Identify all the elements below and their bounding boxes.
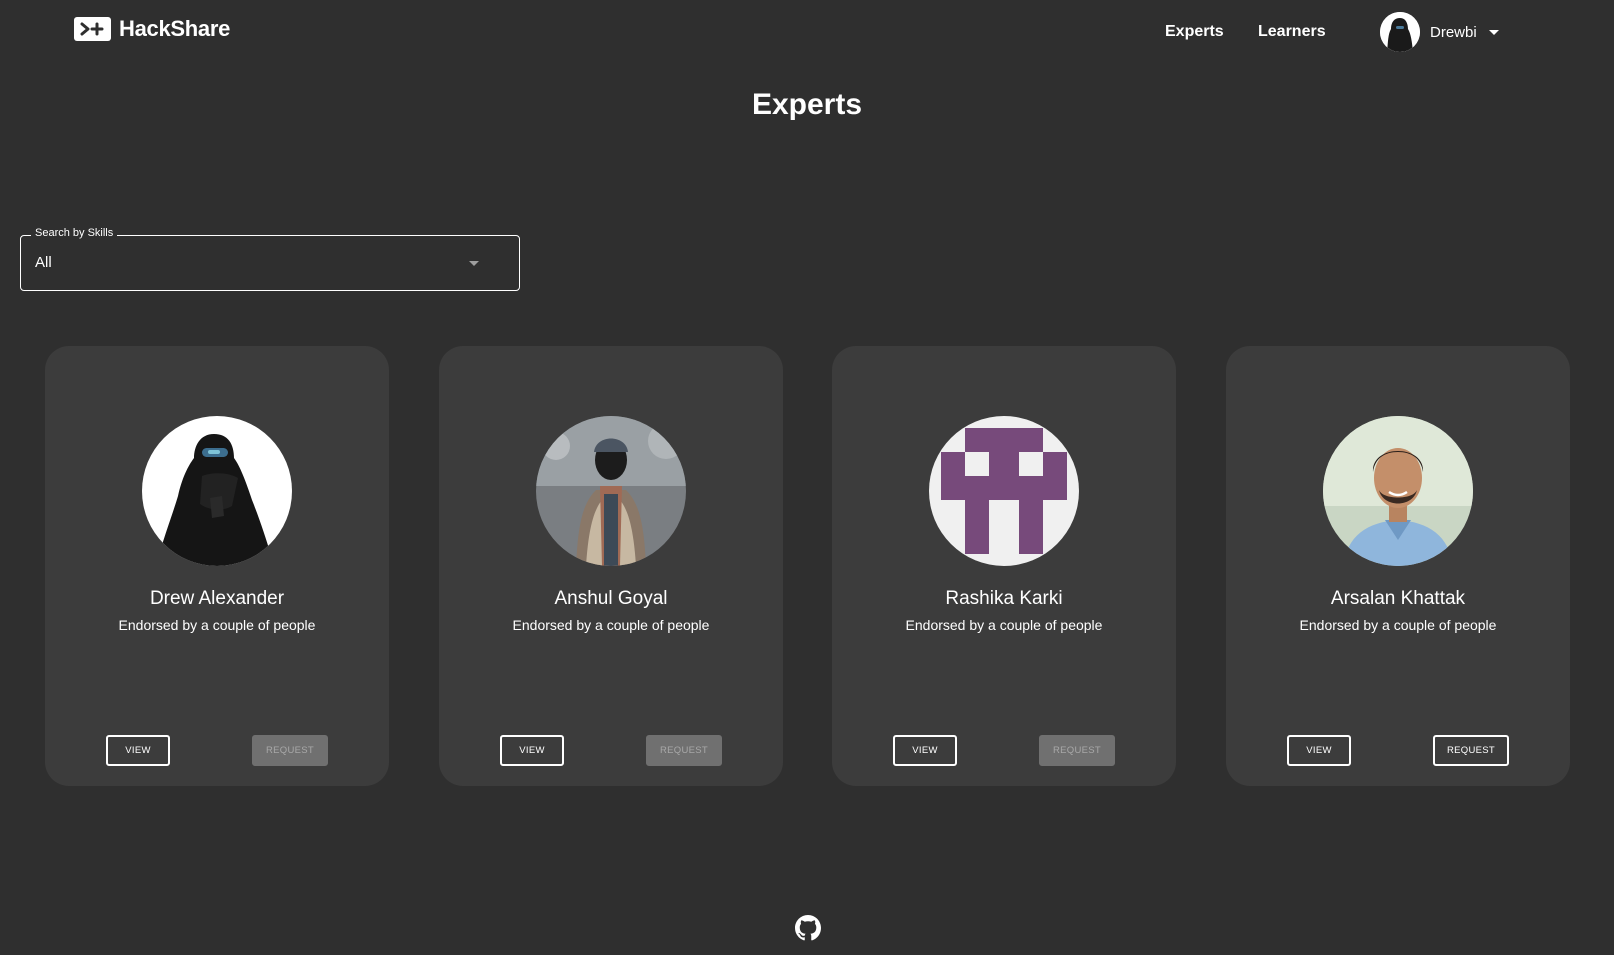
request-button[interactable]: REQUEST xyxy=(252,735,328,766)
expert-card: Arsalan Khattak Endorsed by a couple of … xyxy=(1226,346,1570,786)
expert-avatar xyxy=(536,416,686,566)
expert-name: Drew Alexander xyxy=(149,588,285,609)
user-avatar xyxy=(1380,12,1420,52)
skills-select-label: Search by Skills xyxy=(31,227,118,239)
request-button[interactable]: REQUEST xyxy=(1039,735,1115,766)
view-button[interactable]: VIEW xyxy=(106,735,170,766)
brand-logo-link[interactable]: HackShare xyxy=(74,16,230,42)
skills-select[interactable]: Search by Skills All xyxy=(20,227,520,291)
expert-endorsement: Endorsed by a couple of people xyxy=(905,617,1103,633)
github-icon[interactable] xyxy=(795,915,821,941)
expert-avatar xyxy=(1323,416,1473,566)
request-button[interactable]: REQUEST xyxy=(646,735,722,766)
expert-endorsement: Endorsed by a couple of people xyxy=(118,617,316,633)
nav-link-experts[interactable]: Experts xyxy=(1165,23,1224,41)
request-button[interactable]: REQUEST xyxy=(1433,735,1509,766)
view-button[interactable]: VIEW xyxy=(1287,735,1351,766)
expert-endorsement: Endorsed by a couple of people xyxy=(1299,617,1497,633)
dropdown-arrow-icon xyxy=(469,261,479,266)
page-title: Experts xyxy=(751,88,863,121)
user-menu[interactable]: Drewbi xyxy=(1380,12,1499,52)
expert-card: Drew Alexander Endorsed by a couple of p… xyxy=(45,346,389,786)
terminal-plus-icon xyxy=(74,17,111,41)
expert-name: Rashika Karki xyxy=(945,588,1063,609)
expert-avatar xyxy=(929,416,1079,566)
brand-name: HackShare xyxy=(119,16,231,41)
expert-name: Arsalan Khattak xyxy=(1330,588,1466,609)
nav-link-learners[interactable]: Learners xyxy=(1258,23,1326,41)
expert-endorsement: Endorsed by a couple of people xyxy=(512,617,710,633)
expert-avatar xyxy=(142,416,292,566)
skills-select-value: All xyxy=(35,254,52,271)
user-name: Drewbi xyxy=(1430,23,1477,41)
view-button[interactable]: VIEW xyxy=(893,735,957,766)
expert-name: Anshul Goyal xyxy=(554,588,668,609)
top-navbar: HackShare Experts Learners Drewbi xyxy=(0,0,1614,64)
view-button[interactable]: VIEW xyxy=(500,735,564,766)
chevron-down-icon xyxy=(1488,29,1499,35)
experts-page: HackShare Experts Learners Drewbi Expert… xyxy=(0,0,1614,955)
expert-card: Rashika Karki Endorsed by a couple of pe… xyxy=(832,346,1176,786)
expert-card: Anshul Goyal Endorsed by a couple of peo… xyxy=(439,346,783,786)
